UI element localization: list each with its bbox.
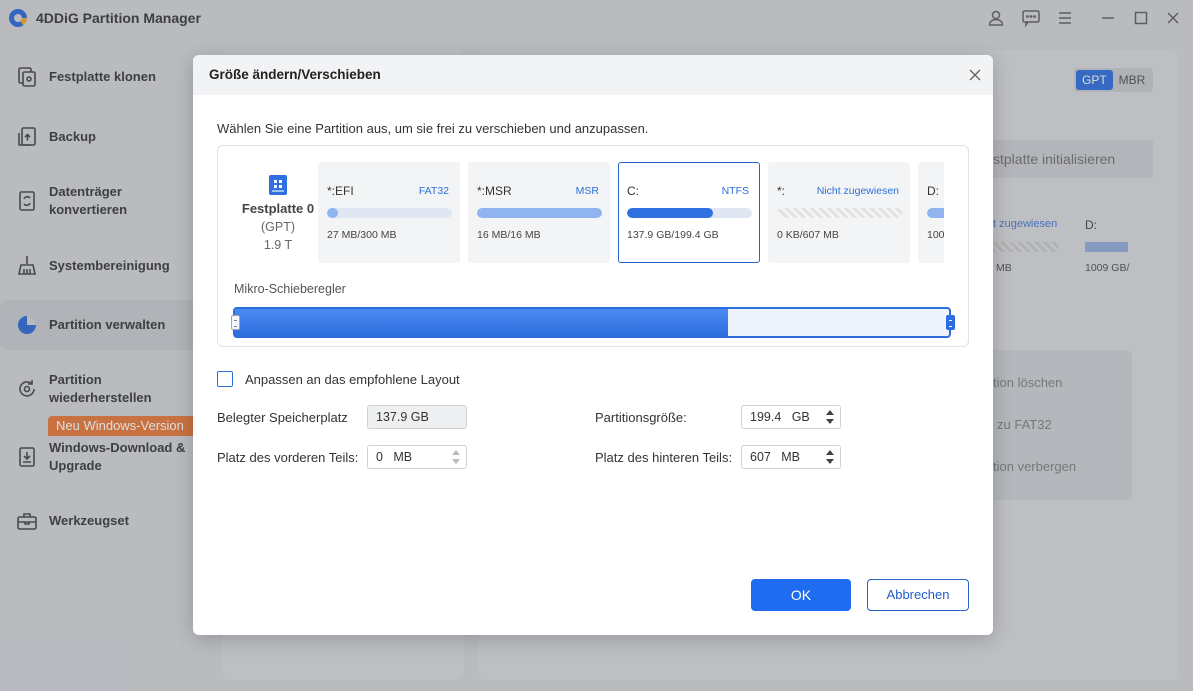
back-space-stepper[interactable] [826, 449, 834, 465]
partition-size: 27 MB/300 MB [327, 229, 397, 241]
partition-size-label: Partitionsgröße: [595, 410, 687, 425]
used-space-field: 137.9 GB [367, 405, 467, 429]
front-space-stepper[interactable] [452, 449, 460, 465]
partition-usage-bar [477, 208, 602, 218]
ok-button[interactable]: OK [751, 579, 851, 611]
back-space-value: 607 MB [750, 450, 801, 464]
partition-size-value: 199.4 GB [750, 410, 810, 424]
partition-name: *: [777, 184, 786, 198]
used-space-value: 137.9 GB [376, 410, 429, 424]
partition-card-efi[interactable]: *:EFI FAT32 27 MB/300 MB [318, 162, 460, 263]
back-space-label: Platz des hinteren Teils: [595, 450, 733, 465]
partition-card-msr[interactable]: *:MSR MSR 16 MB/16 MB [468, 162, 610, 263]
partition-fs: MSR [575, 185, 599, 197]
disk-info: Festplatte 0 (GPT) 1.9 T [238, 174, 318, 254]
disk-icon [268, 174, 288, 196]
slider-left-handle[interactable] [231, 315, 240, 330]
resize-move-dialog: Größe ändern/Verschieben Wählen Sie eine… [193, 55, 993, 635]
partition-fs: FAT32 [418, 185, 449, 197]
partition-usage-bar [627, 208, 752, 218]
used-space-label: Belegter Speicherplatz [217, 410, 348, 425]
partition-name: D: [927, 184, 939, 198]
cancel-button[interactable]: Abbrechen [867, 579, 969, 611]
front-space-input[interactable]: 0 MB [367, 445, 467, 469]
close-icon[interactable] [967, 67, 983, 83]
partition-usage-bar [327, 208, 452, 218]
disk-type: (GPT) [260, 220, 296, 234]
partition-size: 16 MB/16 MB [477, 229, 541, 241]
recommended-layout-option[interactable]: Anpassen an das empfohlene Layout [217, 371, 460, 387]
partition-usage-bar [927, 208, 944, 218]
partition-card-d[interactable]: D: 1009 GB/ [918, 162, 944, 263]
back-space-input[interactable]: 607 MB [741, 445, 841, 469]
partition-size: 0 KB/607 MB [777, 229, 839, 241]
disk-name: Festplatte 0 [241, 201, 315, 216]
slider-right-handle[interactable] [946, 315, 955, 330]
partition-fs: NTFS [721, 185, 749, 197]
front-space-label: Platz des vorderen Teils: [217, 450, 359, 465]
micro-slider[interactable] [231, 307, 955, 338]
partition-name: *:MSR [477, 184, 512, 198]
recommended-layout-checkbox[interactable] [217, 371, 233, 387]
partition-size-stepper[interactable] [826, 409, 834, 425]
recommended-layout-label: Anpassen an das empfohlene Layout [245, 371, 460, 387]
partition-name: C: [627, 184, 639, 198]
dialog-header: Größe ändern/Verschieben [193, 55, 993, 95]
partition-card-unallocated[interactable]: *: Nicht zugewiesen 0 KB/607 MB [768, 162, 910, 263]
micro-slider-label: Mikro-Schieberegler [234, 282, 346, 296]
front-space-value: 0 MB [376, 450, 413, 464]
partition-cards: *:EFI FAT32 27 MB/300 MB *:MSR MSR 16 MB… [318, 162, 944, 265]
dialog-instruction: Wählen Sie eine Partition aus, um sie fr… [217, 121, 649, 136]
partition-selector: Festplatte 0 (GPT) 1.9 T *:EFI FAT32 27 … [217, 145, 969, 347]
partition-size: 1009 GB/ [927, 229, 944, 241]
micro-slider-fill [235, 309, 728, 336]
disk-size: 1.9 T [263, 238, 293, 252]
partition-card-c[interactable]: C: NTFS 137.9 GB/199.4 GB [618, 162, 760, 263]
partition-fs: Nicht zugewiesen [816, 185, 899, 197]
partition-size: 137.9 GB/199.4 GB [627, 229, 719, 241]
dialog-title: Größe ändern/Verschieben [209, 67, 381, 82]
partition-name: *:EFI [327, 184, 354, 198]
partition-size-input[interactable]: 199.4 GB [741, 405, 841, 429]
partition-usage-bar [777, 208, 902, 218]
